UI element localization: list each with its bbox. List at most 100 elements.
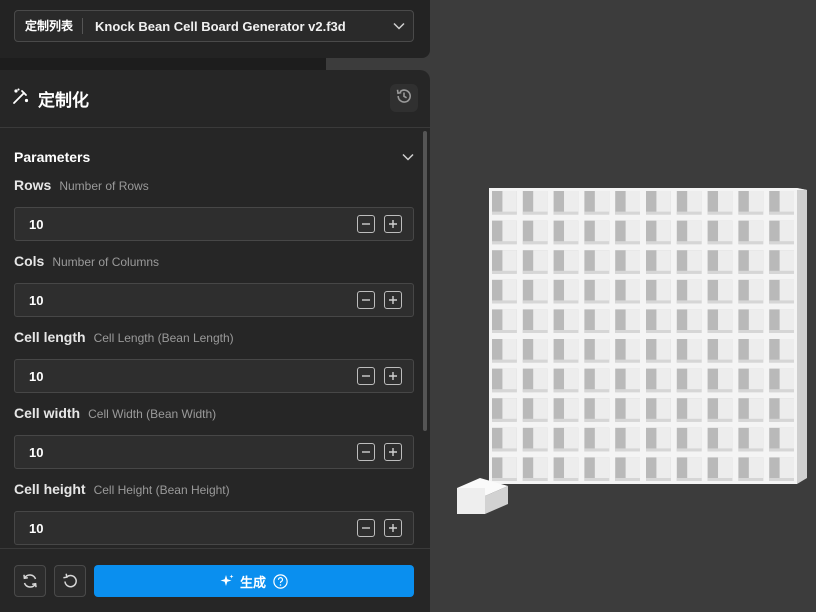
cell-floor: [676, 478, 702, 481]
decrement-button[interactable]: [357, 291, 375, 309]
cell-floor: [522, 418, 548, 422]
cell-floor: [646, 478, 671, 481]
param-cell-width: Cell width Cell Width (Bean Width) 10: [14, 405, 414, 469]
parameters-scroll-area[interactable]: Parameters Rows Number of Rows 10 Cols N…: [0, 129, 430, 547]
cell-floor: [553, 448, 579, 452]
cell-wall: [564, 457, 579, 481]
generate-button[interactable]: 生成: [94, 565, 414, 597]
increment-button[interactable]: [384, 367, 402, 385]
param-cell-height: Cell height Cell Height (Bean Height) 10: [14, 481, 414, 545]
cell-floor: [492, 359, 517, 363]
cell-floor: [769, 270, 794, 274]
cell-wall: [748, 250, 764, 274]
cell-floor: [492, 270, 517, 274]
cell-wall: [718, 368, 733, 393]
cell-wall: [625, 339, 640, 363]
decrement-button[interactable]: [357, 519, 375, 537]
cell-wall: [687, 309, 702, 333]
cell-floor: [738, 211, 764, 215]
cell-floor: [492, 300, 517, 304]
cell-floor: [615, 241, 640, 245]
cell-wall: [656, 339, 671, 363]
cell-floor: [584, 330, 610, 333]
refresh-button[interactable]: [14, 565, 46, 597]
cell-wall: [779, 191, 794, 215]
history-button[interactable]: [390, 84, 418, 112]
cell-floor: [738, 418, 764, 422]
cell-floor: [646, 241, 671, 245]
param-cell-width-value[interactable]: 10: [29, 445, 358, 460]
cell-wall: [656, 368, 671, 393]
param-cell-height-value[interactable]: 10: [29, 521, 358, 536]
cell-wall: [687, 279, 702, 304]
cell-floor: [584, 448, 610, 452]
cell-floor: [492, 389, 517, 393]
cell-wall: [748, 279, 764, 304]
param-description: Number of Rows: [59, 179, 149, 193]
cell-floor: [707, 418, 733, 422]
cell-floor: [707, 359, 733, 363]
cell-floor: [646, 300, 671, 304]
increment-button[interactable]: [384, 519, 402, 537]
cell-floor: [522, 241, 548, 245]
param-cell-width-field[interactable]: 10: [14, 435, 414, 469]
param-rows-value[interactable]: 10: [29, 217, 358, 232]
cell-wall: [718, 191, 733, 215]
scrollbar-thumb[interactable]: [423, 131, 427, 431]
cell-floor: [522, 300, 548, 304]
cell-floor: [492, 330, 517, 333]
cell-wall: [656, 309, 671, 333]
cell-wall: [564, 191, 579, 215]
cell-wall: [748, 339, 764, 363]
cell-wall: [625, 309, 640, 333]
refresh-icon: [23, 574, 37, 588]
cell-floor: [707, 270, 733, 274]
3d-viewport[interactable]: [430, 0, 816, 612]
cell-floor: [522, 359, 548, 363]
cell-wall: [748, 457, 764, 481]
param-cols-field[interactable]: 10: [14, 283, 414, 317]
reset-button[interactable]: [54, 565, 86, 597]
cell-floor: [615, 478, 640, 481]
param-rows-field[interactable]: 10: [14, 207, 414, 241]
cell-floor: [738, 389, 764, 393]
param-cell-length-value[interactable]: 10: [29, 369, 358, 384]
decrement-button[interactable]: [357, 215, 375, 233]
cell-wall: [687, 427, 702, 452]
increment-button[interactable]: [384, 443, 402, 461]
cell-floor: [676, 448, 702, 452]
cell-wall: [502, 427, 517, 452]
cell-floor: [553, 300, 579, 304]
cell-floor: [769, 330, 794, 333]
cell-wall: [718, 339, 733, 363]
param-cell-length-field[interactable]: 10: [14, 359, 414, 393]
cell-floor: [769, 241, 794, 245]
decrement-button[interactable]: [357, 443, 375, 461]
cell-floor: [738, 330, 764, 333]
decrement-button[interactable]: [357, 367, 375, 385]
cell-wall: [625, 427, 640, 452]
cell-wall: [594, 368, 610, 393]
cell-floor: [707, 211, 733, 215]
param-cols-value[interactable]: 10: [29, 293, 358, 308]
cell-floor: [553, 478, 579, 481]
cell-floor: [615, 300, 640, 304]
cell-wall: [687, 220, 702, 245]
cell-wall: [533, 339, 548, 363]
increment-button[interactable]: [384, 215, 402, 233]
board-side-face: [797, 188, 807, 484]
plus-icon: [389, 220, 397, 228]
param-cell-height-field[interactable]: 10: [14, 511, 414, 545]
increment-button[interactable]: [384, 291, 402, 309]
cell-floor: [615, 448, 640, 452]
cell-floor: [676, 241, 702, 245]
cell-wall: [594, 279, 610, 304]
parameters-section-header[interactable]: Parameters: [14, 147, 414, 167]
cell-wall: [564, 427, 579, 452]
cell-floor: [646, 389, 671, 393]
cell-floor: [553, 330, 579, 333]
cell-wall: [594, 427, 610, 452]
customize-list-select[interactable]: 定制列表 Knock Bean Cell Board Generator v2.…: [14, 10, 414, 42]
cell-floor: [584, 359, 610, 363]
cell-wall: [718, 220, 733, 245]
